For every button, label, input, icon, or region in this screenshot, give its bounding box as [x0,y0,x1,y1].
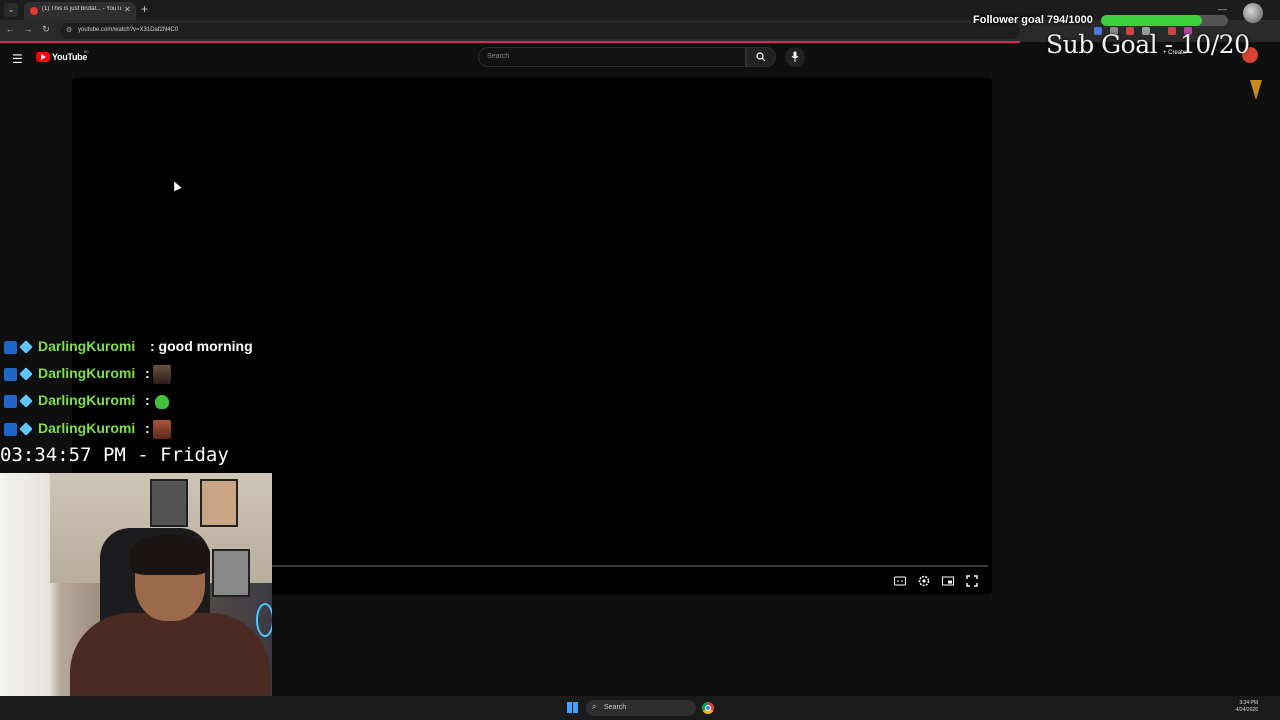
minimize-window-button[interactable]: — [1218,4,1227,14]
chat-username: DarlingKuromi [38,392,136,408]
wall-poster [212,549,250,597]
forward-button[interactable]: → [22,24,34,34]
chat-username: DarlingKuromi [38,420,136,436]
red-face-emote-icon [153,420,171,439]
taskbar-search-label: Search [604,704,627,711]
youtube-favicon-icon [30,7,38,15]
youtube-logo-icon[interactable] [36,52,50,62]
chat-badge-icon [19,394,33,408]
green-emote-icon [155,395,169,409]
sub-goal-label: Sub Goal - 10/20 [1046,30,1250,59]
wall-poster [150,479,188,527]
follower-goal-fill [1101,15,1202,26]
browser-tab-active[interactable]: (1) This is just brutal... - YouTube ✕ [24,2,136,20]
back-button[interactable]: ← [4,24,16,34]
youtube-logo-text[interactable]: YouTube [52,52,87,62]
subtitles-icon[interactable] [893,574,907,588]
miniplayer-icon[interactable] [941,574,955,588]
chat-badge-icon [19,422,33,436]
face-emote-icon [153,365,171,384]
chat-badge-icon [19,367,33,381]
streamer-hair [130,535,210,575]
follower-goal-progress [1101,15,1228,26]
chat-text: : [145,365,150,381]
headphone-light [256,603,272,637]
page-load-progress [0,41,1020,43]
voice-search-button[interactable] [785,47,805,67]
chat-text: : good morning [150,338,253,354]
address-bar[interactable]: ⚙ youtube.com/watch?v=X31Daf2N4C0 [60,23,1020,39]
follower-goal-label: Follower goal 794/1000 [973,14,1093,26]
chat-text: : [145,420,150,436]
chat-username: DarlingKuromi [38,338,136,354]
chat-username: DarlingKuromi [38,365,136,381]
fullscreen-icon[interactable] [965,574,979,588]
hamburger-menu-icon[interactable]: ☰ [12,52,23,66]
search-input[interactable]: Search [478,47,746,67]
search-button[interactable] [746,47,776,67]
search-icon [756,52,766,62]
microphone-icon [791,51,799,62]
search-icon: ⌕ [592,702,597,711]
tab-title: (1) This is just brutal... - YouTube [42,6,122,12]
taskbar-search-input[interactable]: ⌕ Search [586,700,696,716]
settings-gear-icon[interactable] [917,574,931,588]
chat-badge-icon [4,395,17,408]
site-info-icon[interactable]: ⚙ [66,26,72,34]
tab-close-icon[interactable]: ✕ [124,5,131,14]
chat-badge-icon [4,368,17,381]
taskbar-date: 4/24/2026 [1235,707,1258,713]
streamer-avatar [1243,3,1263,23]
url-text: youtube.com/watch?v=X31Daf2N4C0 [78,27,179,33]
search-placeholder: Search [487,53,510,60]
video-progress-bar[interactable] [200,565,988,567]
chrome-taskbar-icon[interactable] [702,702,714,714]
taskbar-clock[interactable]: 3:34 PM 4/24/2026 [1228,700,1258,714]
wall-poster [200,479,238,527]
taskbar-time: 3:34 PM [1239,700,1258,706]
stream-clock: 03:34:57 PM - Friday [0,444,229,466]
windows-start-icon[interactable] [567,702,578,713]
chat-badge-icon [4,423,17,436]
region-code: 60 [84,49,89,54]
webcam-feed [0,473,272,720]
reload-button[interactable]: ↻ [40,24,52,35]
lightning-bolt-icon [1250,80,1262,100]
chat-text: : [145,392,150,408]
chat-badge-icon [19,340,33,354]
new-tab-button[interactable]: + [141,2,148,16]
chat-badge-icon [4,341,17,354]
tab-search-menu-icon[interactable]: ⌄ [4,3,18,17]
